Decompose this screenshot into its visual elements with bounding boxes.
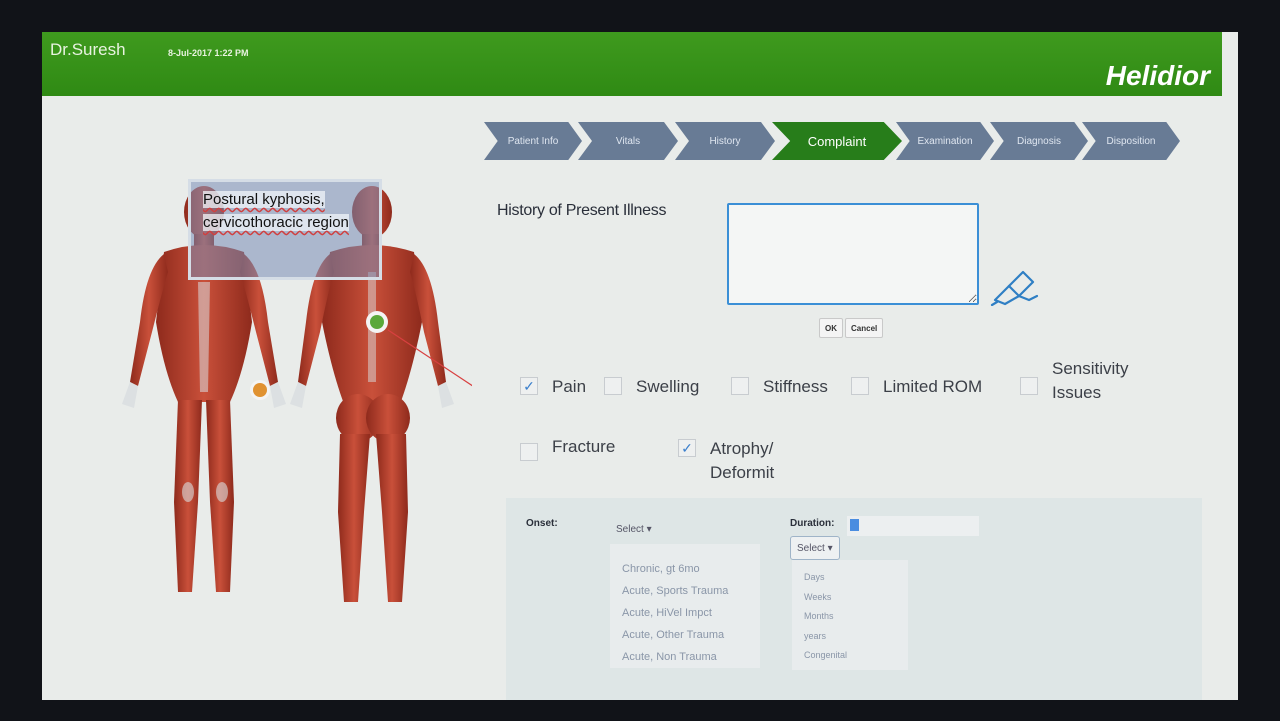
checkbox-swelling[interactable]: Swelling	[604, 375, 699, 399]
onset-option[interactable]: Acute, HiVel Impct	[610, 602, 760, 624]
hpi-label: History of Present Illness	[497, 202, 667, 219]
text-cursor	[850, 519, 859, 531]
checkbox-limited-rom[interactable]: Limited ROM	[851, 375, 982, 399]
annotation-text: Postural kyphosis, cervicothoracic regio…	[203, 191, 349, 231]
checkbox-fracture[interactable]: Fracture	[520, 435, 615, 461]
onset-option[interactable]: Acute, Sports Trauma	[610, 580, 760, 602]
step-history[interactable]: History	[675, 122, 775, 160]
onset-label: Onset:	[526, 518, 558, 529]
duration-label: Duration:	[790, 518, 835, 529]
checkbox-pain[interactable]: ✓ Pain	[520, 375, 586, 399]
onset-option[interactable]: Chronic, gt 6mo	[610, 558, 760, 580]
duration-dropdown-list: Days Weeks Months years Congenital	[792, 560, 908, 670]
duration-option[interactable]: Days	[792, 568, 908, 588]
duration-option[interactable]: years	[792, 627, 908, 647]
user-name: Dr.Suresh	[50, 40, 126, 59]
checkbox-stiffness[interactable]: Stiffness	[731, 375, 828, 399]
app-screen: Dr.Suresh 8-Jul-2017 1:22 PM Helidior Pa…	[42, 32, 1238, 700]
ok-button[interactable]: OK	[819, 318, 843, 338]
step-patient-info[interactable]: Patient Info	[484, 122, 582, 160]
duration-select[interactable]: Select ▾	[790, 536, 840, 560]
hpi-textarea[interactable]	[727, 203, 979, 305]
duration-option[interactable]: Congenital	[792, 646, 908, 666]
duration-option[interactable]: Months	[792, 607, 908, 627]
annotation-popup: Postural kyphosis, cervicothoracic regio…	[188, 179, 382, 280]
duration-option[interactable]: Weeks	[792, 588, 908, 608]
onset-option[interactable]: Acute, Non Trauma	[610, 646, 760, 668]
step-diagnosis[interactable]: Diagnosis	[990, 122, 1088, 160]
step-complaint[interactable]: Complaint	[772, 122, 902, 160]
checkbox-sensitivity-issues[interactable]: Sensitivity Issues	[1020, 357, 1152, 405]
checkbox-checked-icon[interactable]: ✓	[678, 439, 696, 457]
step-disposition[interactable]: Disposition	[1082, 122, 1180, 160]
checkbox-checked-icon[interactable]: ✓	[520, 377, 538, 395]
checkbox-atrophy-deformity[interactable]: ✓ Atrophy/ Deformit	[678, 437, 800, 485]
duration-input[interactable]	[847, 516, 979, 536]
top-bar: Dr.Suresh 8-Jul-2017 1:22 PM Helidior	[42, 32, 1222, 96]
workflow-steps: Patient Info Vitals History Complaint Ex…	[484, 122, 1204, 160]
datetime: 8-Jul-2017 1:22 PM	[168, 48, 249, 58]
onset-dropdown-list: Chronic, gt 6mo Acute, Sports Trauma Acu…	[610, 544, 760, 668]
brand-logo: Helidior	[1105, 60, 1210, 91]
cancel-button[interactable]: Cancel	[845, 318, 884, 338]
onset-select[interactable]: Select ▾	[610, 517, 658, 541]
pen-write-icon[interactable]	[989, 266, 1041, 306]
step-vitals[interactable]: Vitals	[578, 122, 678, 160]
onset-option[interactable]: Acute, Other Trauma	[610, 624, 760, 646]
step-examination[interactable]: Examination	[896, 122, 994, 160]
